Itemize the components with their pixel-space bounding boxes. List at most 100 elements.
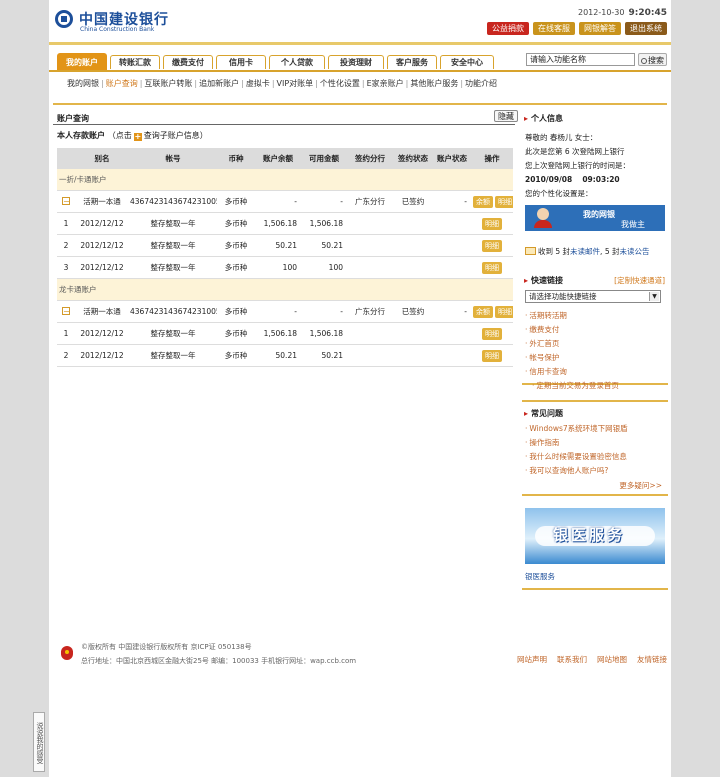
- main-nav: 我的账户 转账汇款 缴费支付 信用卡 个人贷款 投资理财 客户服务 安全中心 请…: [49, 52, 671, 72]
- detail-button[interactable]: 明细: [482, 239, 502, 252]
- custom-quick-link[interactable]: [定制快速通道]: [614, 275, 665, 286]
- detail-button[interactable]: 明细: [495, 195, 513, 208]
- group-name: 龙卡通账户: [57, 278, 513, 301]
- tab-credit-card[interactable]: 信用卡: [216, 55, 266, 69]
- hospital-banner-text: 银医服务: [553, 526, 626, 544]
- hospital-service-banner[interactable]: 银医服务: [525, 508, 665, 564]
- group-name: 一折/卡通账户: [57, 169, 513, 191]
- my-ebank-banner[interactable]: 我的网银 我做主: [525, 205, 665, 231]
- col-sign-status: 签约状态: [393, 148, 433, 169]
- tab-personal-loan[interactable]: 个人贷款: [269, 55, 325, 69]
- col-account: 帐号: [129, 148, 217, 169]
- collapse-icon[interactable]: −: [62, 197, 70, 206]
- footer-link-contact[interactable]: 联系我们: [557, 655, 587, 664]
- my-accounts-label: 本人存款账户: [57, 131, 105, 140]
- subnav-vip-statement[interactable]: VIP对账单: [277, 79, 314, 88]
- quick-link-select[interactable]: 请选择功能快捷链接 ▼: [525, 290, 661, 303]
- detail-button[interactable]: 明细: [482, 261, 502, 274]
- footer-link-sitemap[interactable]: 网站地图: [597, 655, 627, 664]
- click-hint-suffix: 查询子账户信息）: [143, 131, 208, 140]
- tab-transfer[interactable]: 转账汇款: [110, 55, 160, 69]
- table-row: − 活期一本通 4367423143674231005 多币种 - - 广东分行…: [57, 300, 513, 323]
- search-input[interactable]: 请输入功能名称: [526, 53, 635, 66]
- chevron-down-icon: ▼: [649, 292, 659, 301]
- setting-label: 您的个性化设置是：: [525, 189, 593, 198]
- person-icon: [534, 208, 552, 228]
- collapse-icon[interactable]: −: [62, 307, 70, 316]
- quick-links-title: 快速链接: [524, 275, 563, 286]
- hospital-service-link[interactable]: 银医服务: [525, 571, 555, 582]
- unread-notice-link[interactable]: 未读公告: [619, 247, 649, 256]
- subnav-linked-transfer[interactable]: 互联账户转账: [144, 79, 192, 88]
- subnav-intro[interactable]: 功能介绍: [465, 79, 497, 88]
- copyright: ©版权所有 中国建设银行版权所有 京ICP证 050138号: [81, 643, 252, 651]
- subnav-virtual-card[interactable]: 虚拟卡: [246, 79, 270, 88]
- unread-line: 收到 5 封未读邮件, 5 封未读公告: [525, 246, 649, 257]
- mail-icon: [525, 247, 536, 255]
- search-button-label: 搜索: [648, 56, 664, 65]
- faq-link[interactable]: Windows7系统环境下网银盾: [525, 423, 627, 434]
- quick-link[interactable]: 信用卡查询: [525, 366, 567, 377]
- login-count: 此次是您第 6 次登陆网上银行: [525, 147, 625, 156]
- col-account-status: 账户状态: [433, 148, 471, 169]
- faq-link[interactable]: 我什么时候需要设置验密信息: [525, 451, 627, 462]
- footer-link-friends[interactable]: 友情链接: [637, 655, 667, 664]
- faq-link[interactable]: 操作指南: [525, 437, 559, 448]
- police-badge-icon: [61, 646, 73, 660]
- table-row: 1 2012/12/12 整存整取一年 多币种 1,506.18 1,506.1…: [57, 322, 513, 345]
- faq-button[interactable]: 网银解答: [579, 22, 621, 35]
- col-alias: 别名: [75, 148, 129, 169]
- subnav-add-account[interactable]: 追加新账户: [199, 79, 239, 88]
- online-service-button[interactable]: 在线客服: [533, 22, 575, 35]
- subnav-other-services[interactable]: 其他账户服务: [410, 79, 458, 88]
- search-button[interactable]: 搜索: [638, 53, 667, 66]
- tab-customer-service[interactable]: 客户服务: [387, 55, 437, 69]
- subnav-my-ebank[interactable]: 我的网银: [67, 79, 99, 88]
- donation-button[interactable]: 公益捐款: [487, 22, 529, 35]
- tab-payment[interactable]: 缴费支付: [163, 55, 213, 69]
- subnav-account-query[interactable]: 账户查询: [106, 79, 138, 88]
- faq-title: 常见问题: [524, 408, 563, 419]
- detail-button[interactable]: 明细: [495, 305, 513, 318]
- tab-investment[interactable]: 投资理财: [328, 55, 384, 69]
- personal-info-title: 个人信息: [524, 113, 563, 124]
- quick-link[interactable]: 定期当前交易为登录首页: [532, 380, 619, 391]
- table-header-row: 别名 帐号 币种 账户余额 可用金额 签约分行 签约状态 账户状态 操作: [57, 148, 513, 169]
- col-available: 可用金额: [301, 148, 347, 169]
- quick-link[interactable]: 缴费支付: [525, 324, 559, 335]
- faq-link[interactable]: 我可以查询他人账户吗?: [525, 465, 608, 476]
- quick-link[interactable]: 活期转活期: [525, 310, 567, 321]
- hide-button[interactable]: 隐藏: [494, 110, 518, 122]
- greeting: 尊敬的 春杨儿 女士：: [525, 133, 598, 142]
- section-title: 账户查询: [57, 114, 89, 123]
- accounts-table: 别名 帐号 币种 账户余额 可用金额 签约分行 签约状态 账户状态 操作 一折/…: [57, 148, 513, 367]
- subnav-divider: [53, 103, 667, 105]
- detail-button[interactable]: 明细: [482, 327, 502, 340]
- unread-mail-link[interactable]: 未读邮件: [570, 247, 600, 256]
- search-icon: [641, 57, 647, 64]
- footer-link-statement[interactable]: 网站声明: [517, 655, 547, 664]
- detail-button[interactable]: 明细: [482, 217, 502, 230]
- col-currency: 币种: [217, 148, 255, 169]
- plus-icon: +: [133, 132, 142, 141]
- more-faq-link[interactable]: 更多疑问>>: [619, 480, 662, 491]
- my-accounts-heading: 本人存款账户 （点击 + 查询子账户信息）: [57, 130, 208, 141]
- col-branch: 签约分行: [347, 148, 393, 169]
- click-hint-prefix: （点击: [107, 131, 132, 140]
- table-row: − 活期一本通 4367423143674231005 多币种 - - 广东分行…: [57, 190, 513, 213]
- header: 中国建设银行 China Construction Bank 2012-10-3…: [49, 0, 671, 46]
- address: 总行地址：中国北京西城区金融大街25号 邮编：100033 手机银行网址：wap…: [81, 657, 357, 665]
- quick-link[interactable]: 外汇首页: [525, 338, 559, 349]
- detail-button[interactable]: 明细: [482, 349, 502, 362]
- tab-security-center[interactable]: 安全中心: [440, 55, 494, 69]
- quick-link[interactable]: 帐号保护: [525, 352, 559, 363]
- balance-button[interactable]: 余额: [473, 195, 493, 208]
- balance-button[interactable]: 余额: [473, 305, 493, 318]
- footer-links: 网站声明 联系我们 网站地图 友情链接: [507, 654, 667, 665]
- feedback-tab[interactable]: 说说我的感受: [33, 712, 45, 772]
- subnav-family-account[interactable]: E家亲账户: [367, 79, 404, 88]
- logout-button[interactable]: 退出系统: [625, 22, 667, 35]
- tab-my-account[interactable]: 我的账户: [57, 53, 107, 70]
- faq-panel: 常见问题 Windows7系统环境下网银盾 操作指南 我什么时候需要设置验密信息…: [522, 400, 668, 496]
- subnav-personalization[interactable]: 个性化设置: [320, 79, 360, 88]
